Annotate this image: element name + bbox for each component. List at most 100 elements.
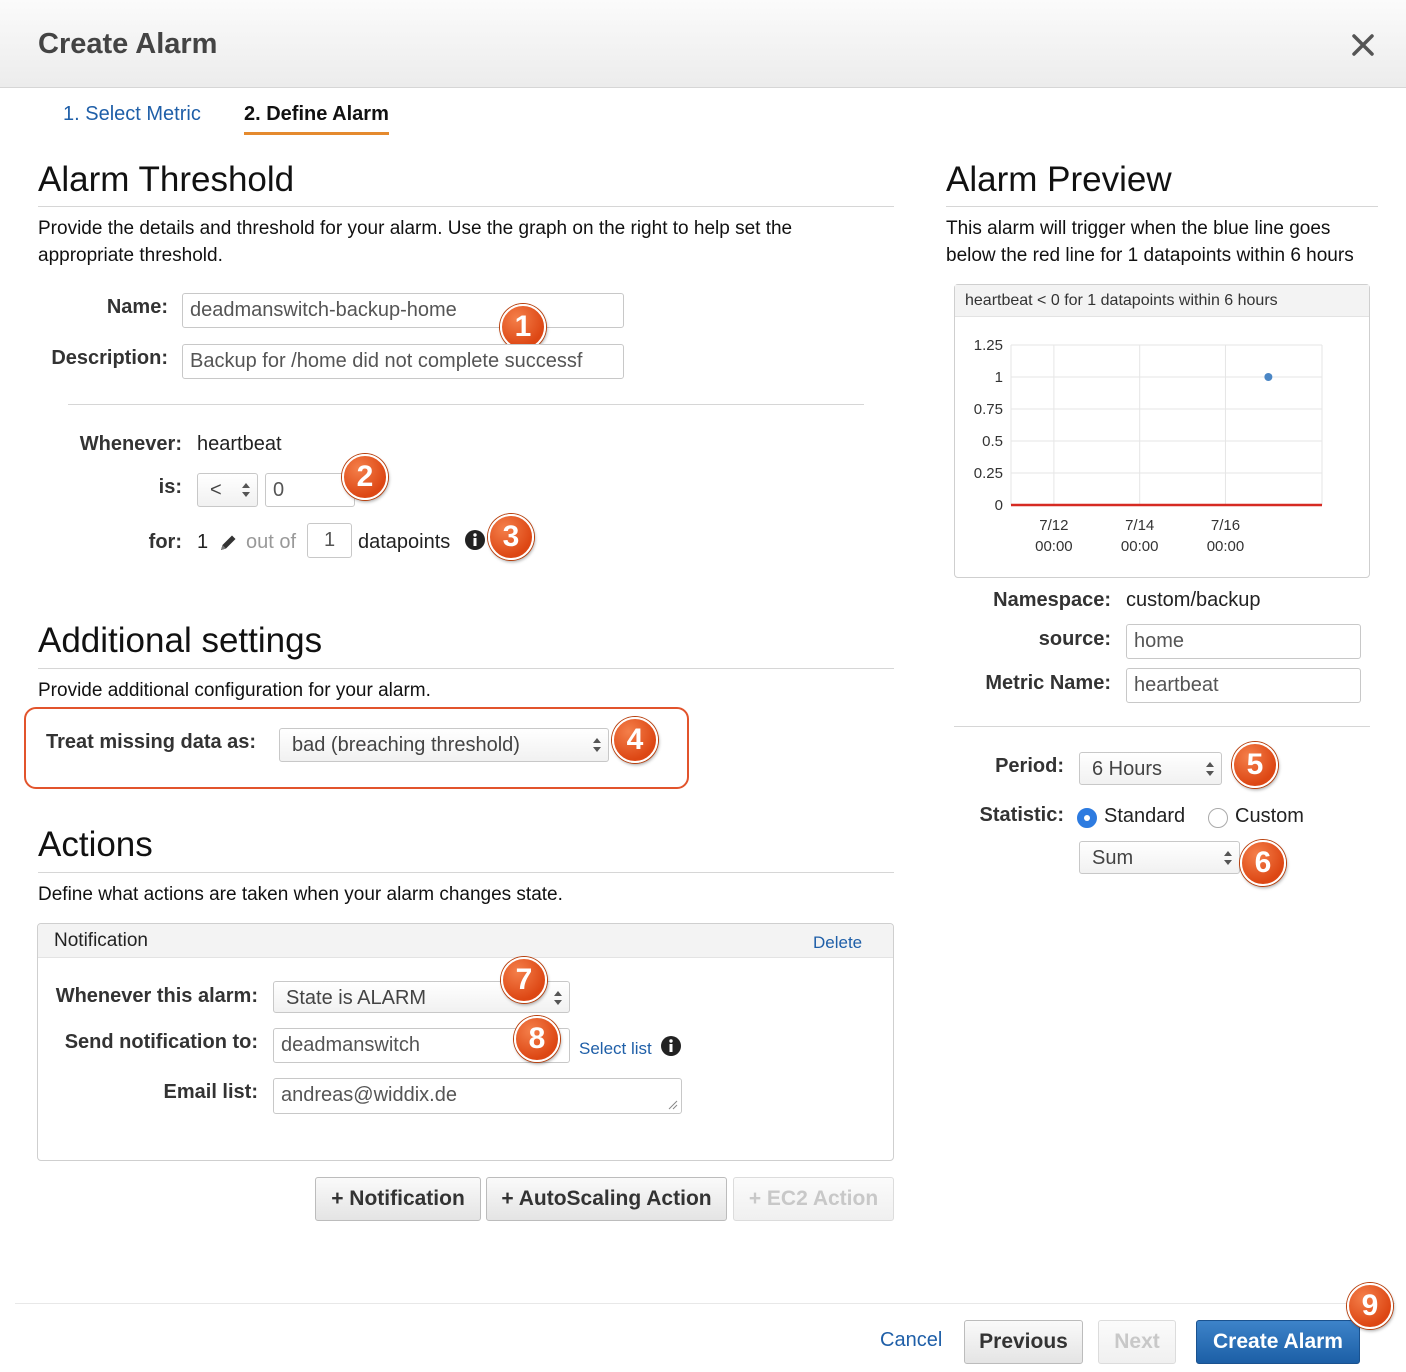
custom-radio[interactable] [1208,808,1228,828]
select-list-link[interactable]: Select list [579,1039,652,1059]
select-arrows-icon [1206,762,1214,776]
callout-badge-6: 6 [1240,840,1286,886]
x-tick-label: 7/14 [1125,517,1154,534]
email-list-textarea[interactable]: andreas@widdix.de [273,1078,682,1114]
period-select[interactable]: 6 Hours [1079,752,1222,785]
source-input[interactable]: home [1126,624,1361,659]
data-point [1264,373,1273,381]
x-tick-label: 7/16 [1211,517,1240,534]
standard-radio-label[interactable]: Standard [1104,805,1185,828]
x-tick-label: 7/12 [1039,517,1068,534]
notification-panel-title: Notification [54,930,148,951]
select-arrows-icon [242,483,250,497]
previous-button[interactable]: Previous [964,1320,1083,1364]
divider [38,872,894,873]
divider [946,206,1378,207]
select-arrows-icon [554,991,562,1005]
alarm-state-value: State is ALARM [286,987,427,1009]
name-input[interactable]: deadmanswitch-backup-home [182,293,624,328]
out-of-input[interactable]: 1 [307,523,352,558]
standard-radio[interactable] [1077,808,1097,828]
callout-badge-5: 5 [1232,742,1278,788]
add-autoscaling-action-button[interactable]: + AutoScaling Action [486,1177,727,1221]
actions-description: Define what actions are taken when your … [38,884,563,905]
callout-badge-9: 9 [1347,1283,1393,1329]
callout-badge-3: 3 [488,514,534,560]
operator-select[interactable]: < [197,473,258,507]
callout-badge-2: 2 [342,454,388,500]
metric-name-input[interactable]: heartbeat [1126,668,1361,703]
out-of-text: out of [246,531,297,553]
close-icon[interactable] [1346,28,1380,62]
statistic-value: Sum [1092,847,1134,869]
info-icon[interactable] [661,1036,681,1056]
name-label: Name: [106,296,168,318]
delete-link[interactable]: Delete [813,933,862,953]
next-button: Next [1098,1320,1176,1364]
divider [38,206,894,207]
footer-divider [15,1303,1395,1304]
datapoints-count: 1 [197,531,209,553]
send-notification-label: Send notification to: [64,1031,258,1053]
alarm-threshold-heading: Alarm Threshold [38,160,295,199]
whenever-label: Whenever: [79,433,182,455]
is-label: is: [158,476,182,498]
threshold-description: Provide the details and threshold for yo… [38,218,793,266]
namespace-value: custom/backup [1126,589,1261,611]
y-tick-label: 1.25 [974,337,1003,354]
additional-description: Provide additional configuration for you… [38,680,431,701]
period-label: Period: [995,755,1064,777]
add-notification-button[interactable]: + Notification [315,1177,481,1221]
x-tick-label: 00:00 [1121,538,1159,555]
email-list-label: Email list: [163,1081,258,1103]
notification-panel-header: Notification Delete [38,924,893,958]
callout-badge-4: 4 [612,717,658,763]
period-value: 6 Hours [1092,758,1163,780]
y-tick-label: 0.75 [974,401,1003,418]
x-tick-label: 00:00 [1207,538,1245,555]
y-tick-label: 0 [995,497,1003,514]
step-define-alarm[interactable]: 2. Define Alarm [244,103,389,135]
info-icon[interactable] [465,530,485,550]
y-tick-label: 0.5 [982,433,1003,450]
custom-radio-label[interactable]: Custom [1235,805,1304,828]
namespace-label: Namespace: [993,589,1111,611]
select-arrows-icon [1224,851,1232,865]
step-select-metric[interactable]: 1. Select Metric [63,103,201,132]
pencil-icon[interactable] [218,533,238,553]
divider [68,404,864,405]
source-label: source: [1038,628,1111,650]
divider [954,726,1370,727]
chart-plot: 1.25 1 0.75 0.5 0.25 0 7/12 00:00 7/14 00:00 7/16 0… [974,337,1323,555]
create-alarm-button[interactable]: Create Alarm [1196,1320,1360,1364]
email-list-value: andreas@widdix.de [281,1084,457,1106]
description-label: Description: [51,347,168,369]
chart-title: heartbeat < 0 for 1 datapoints within 6 … [955,285,1369,317]
datapoints-text: datapoints [358,531,451,553]
description-input[interactable]: Backup for /home did not complete succes… [182,344,624,379]
statistic-select[interactable]: Sum [1079,841,1240,874]
whenever-alarm-label: Whenever this alarm: [55,985,258,1007]
callout-badge-7: 7 [501,957,547,1003]
callout-badge-8: 8 [514,1016,560,1062]
add-ec2-action-button: + EC2 Action [733,1177,894,1221]
additional-settings-heading: Additional settings [38,621,323,660]
dialog-title: Create Alarm [38,28,218,60]
y-tick-label: 1 [995,369,1003,386]
dialog-header: Create Alarm [0,0,1406,88]
preview-description: This alarm will trigger when the blue li… [946,218,1354,266]
alarm-preview-heading: Alarm Preview [946,160,1172,199]
x-tick-label: 00:00 [1035,538,1073,555]
metric-name-value: heartbeat [197,433,282,455]
missing-data-label: Treat missing data as: [46,731,257,753]
missing-data-select[interactable]: bad (breaching threshold) [279,728,609,762]
cancel-link[interactable]: Cancel [880,1329,942,1352]
alarm-preview-chart: heartbeat < 0 for 1 datapoints within 6 … [954,284,1370,578]
statistic-label: Statistic: [979,804,1064,826]
divider [38,668,894,669]
resize-handle-icon[interactable] [668,1100,678,1110]
for-label: for: [148,531,182,553]
y-tick-label: 0.25 [974,465,1003,482]
missing-data-value: bad (breaching threshold) [292,734,520,756]
metric-name-label: Metric Name: [985,672,1111,694]
